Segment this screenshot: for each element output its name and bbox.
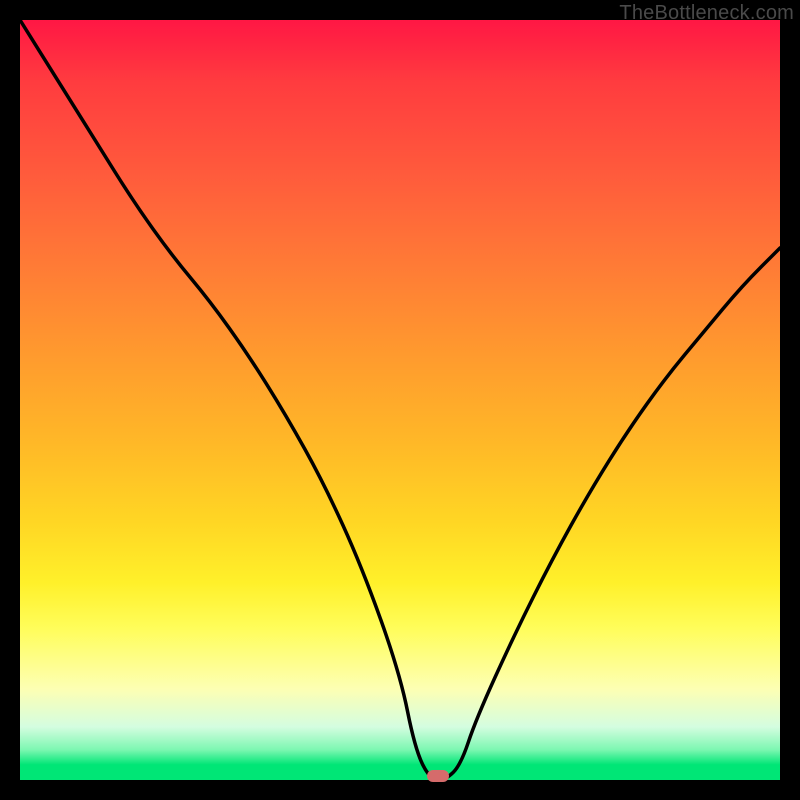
chart-canvas: TheBottleneck.com (0, 0, 800, 800)
plot-area (20, 20, 780, 780)
watermark-text: TheBottleneck.com (619, 2, 794, 25)
minimum-marker (427, 770, 449, 782)
bottleneck-curve (20, 20, 780, 780)
